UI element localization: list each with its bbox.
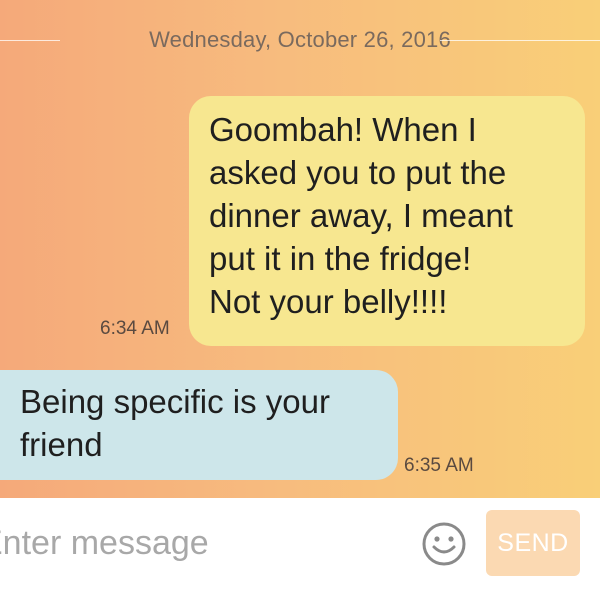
received-message-bubble[interactable]: Being specific is your friend (0, 370, 398, 480)
smiley-face-icon[interactable] (420, 520, 468, 568)
send-button[interactable]: SEND (486, 510, 580, 576)
received-message-timestamp: 6:35 AM (404, 455, 474, 476)
message-input[interactable]: Enter message (0, 520, 400, 570)
divider-line-right (440, 40, 600, 41)
message-line: Not your belly!!!! (209, 283, 448, 320)
date-label: Wednesday, October 26, 2016 (149, 27, 451, 52)
message-composer: Enter message SEND (0, 498, 600, 600)
message-line: Being specific is your (20, 383, 330, 420)
message-line: put it in the fridge! (209, 240, 472, 277)
sent-message-bubble[interactable]: Goombah! When I asked you to put the din… (189, 96, 585, 346)
messaging-screen: Wednesday, October 26, 2016 Goombah! Whe… (0, 0, 600, 600)
smiley-face-icon-graphic (422, 522, 466, 566)
send-button-label: SEND (497, 528, 569, 557)
message-line: friend (20, 426, 103, 463)
message-line: Goombah! When I (209, 111, 477, 148)
message-line: asked you to put the (209, 154, 507, 191)
divider-line-left (0, 40, 60, 41)
message-input-placeholder: Enter message (0, 524, 209, 562)
conversation-area[interactable]: Wednesday, October 26, 2016 Goombah! Whe… (0, 0, 600, 498)
date-divider: Wednesday, October 26, 2016 (0, 22, 600, 58)
message-line: dinner away, I meant (209, 197, 513, 234)
sent-message-timestamp: 6:34 AM (100, 318, 170, 339)
